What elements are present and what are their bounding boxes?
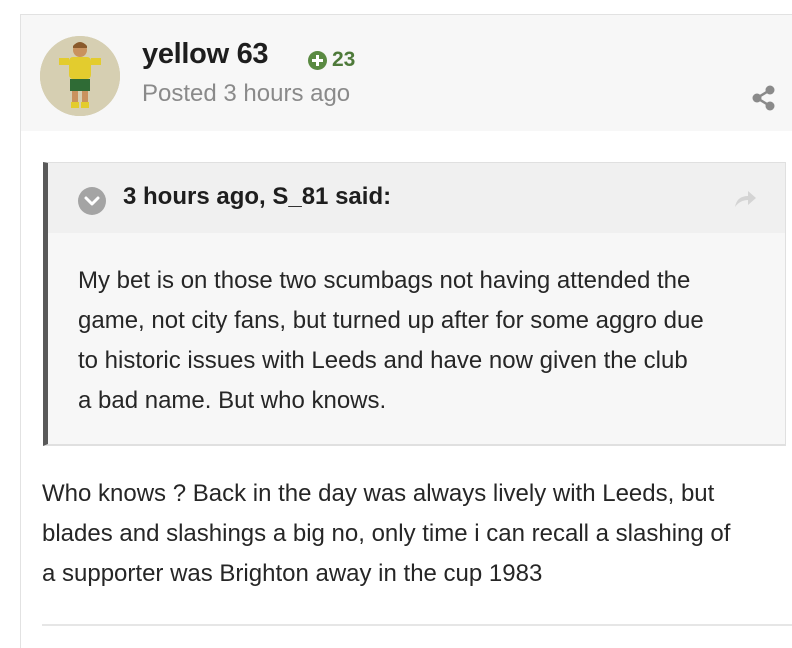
post-line: Who knows ? Back in the day was always l… — [42, 480, 715, 507]
post-line: a supporter was Brighton away in the cup… — [42, 560, 543, 587]
quote-header: 3 hours ago, S_81 said: — [48, 163, 785, 233]
post-header — [21, 15, 792, 131]
post-body: Who knows ? Back in the day was always l… — [42, 474, 792, 594]
reputation-badge: 23 — [308, 48, 355, 72]
plus-circle-icon — [308, 50, 327, 70]
post-author[interactable]: yellow 63 — [142, 38, 269, 71]
reputation-count: 23 — [332, 48, 356, 71]
quote-citation: 3 hours ago, S_81 said: — [123, 183, 392, 210]
quote-line: to historic issues with Leeds and have n… — [78, 347, 688, 374]
avatar-image — [40, 36, 120, 116]
quote-line: a bad name. But who knows. — [78, 387, 387, 414]
chevron-down-icon — [84, 196, 100, 206]
quote-line: game, not city fans, but turned up after… — [78, 307, 704, 334]
quote-line: My bet is on those two scumbags not havi… — [78, 267, 691, 294]
reply-arrow-icon[interactable] — [731, 185, 759, 213]
post-divider — [42, 624, 792, 626]
quote-text: My bet is on those two scumbags not havi… — [78, 261, 768, 421]
avatar[interactable] — [40, 36, 120, 116]
post-line: blades and slashings a big no, only time… — [42, 520, 731, 547]
collapse-quote-button[interactable] — [78, 187, 106, 215]
post-timestamp[interactable]: Posted 3 hours ago — [142, 80, 350, 108]
quote-block: 3 hours ago, S_81 said: My bet is on tho… — [43, 162, 786, 446]
share-icon[interactable] — [750, 84, 778, 112]
